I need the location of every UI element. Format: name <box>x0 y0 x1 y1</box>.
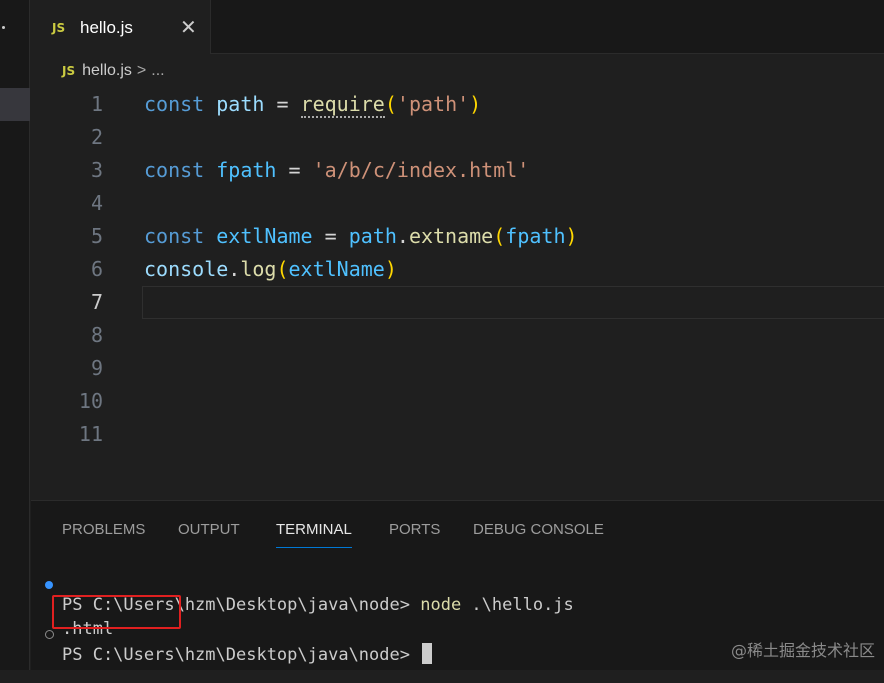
code-line[interactable]: 4 <box>31 187 884 220</box>
line-number: 4 <box>90 191 103 215</box>
tab-output[interactable]: OUTPUT <box>178 521 240 538</box>
code-token: . <box>396 224 409 248</box>
code-token: = <box>264 92 301 116</box>
code-line[interactable]: 2 <box>31 121 884 154</box>
line-number: 11 <box>78 422 103 446</box>
terminal-prompt: PS C:\Users\hzm\Desktop\java\node> <box>62 645 421 665</box>
tab-problems[interactable]: PROBLEMS <box>62 521 145 538</box>
code-token: const <box>144 224 205 248</box>
terminal-cursor <box>422 643 433 664</box>
activity-bar <box>0 0 30 670</box>
breadcrumb-file[interactable]: hello.js <box>82 62 132 79</box>
code-token: console <box>144 257 229 281</box>
line-number: 3 <box>90 158 103 182</box>
code-line[interactable]: 7 <box>31 286 884 319</box>
code-text: console.log(extlName) <box>144 253 397 286</box>
code-token: ( <box>276 257 289 281</box>
code-editor[interactable]: 1 const path = require('path') 2 3 const fpa… <box>31 88 884 500</box>
js-file-icon: JS <box>52 21 66 35</box>
code-token: = <box>276 158 313 182</box>
code-token: path <box>348 224 397 248</box>
code-token: ) <box>384 257 397 281</box>
code-text: const fpath = 'a/b/c/index.html' <box>144 154 529 187</box>
code-line[interactable]: 8 <box>31 319 884 352</box>
code-line[interactable]: 5 const extlName = path.extname(fpath) <box>31 220 884 253</box>
code-token: fpath <box>216 158 277 182</box>
code-token: . <box>228 257 241 281</box>
line-number: 10 <box>78 389 103 413</box>
code-token: 'a/b/c/index.html' <box>312 158 530 182</box>
code-line[interactable]: 9 <box>31 352 884 385</box>
watermark: @稀土掘金技术社区 <box>730 641 875 660</box>
code-token: extname <box>408 224 494 248</box>
code-text: const extlName = path.extname(fpath) <box>144 220 578 253</box>
code-token: fpath <box>505 224 566 248</box>
breadcrumb: JS hello.js >... <box>62 62 165 82</box>
tab-hello-js[interactable]: JS hello.js ✕ <box>31 0 211 54</box>
line-number: 7 <box>90 290 103 314</box>
code-token: ) <box>469 92 482 116</box>
line-number: 1 <box>90 92 103 116</box>
code-token: 'path' <box>396 92 470 116</box>
code-text: const path = require('path') <box>144 88 481 121</box>
chevron-right-icon: > <box>136 62 147 79</box>
code-line[interactable]: 3 const fpath = 'a/b/c/index.html' <box>31 154 884 187</box>
code-token: extlName <box>216 224 313 248</box>
code-token: ( <box>384 92 397 116</box>
code-line[interactable]: 11 <box>31 418 884 451</box>
breadcrumb-more[interactable]: ... <box>151 62 164 79</box>
tab-debug-console[interactable]: DEBUG CONSOLE <box>473 521 604 538</box>
js-file-icon: JS <box>62 64 76 78</box>
editor-tab-bar: JS hello.js ✕ <box>31 0 884 54</box>
line-number: 2 <box>90 125 103 149</box>
tab-ports[interactable]: PORTS <box>389 521 440 538</box>
code-token: = <box>312 224 349 248</box>
tab-title: hello.js <box>80 18 133 37</box>
tab-terminal[interactable]: TERMINAL <box>276 521 352 548</box>
code-line[interactable]: 10 <box>31 385 884 418</box>
current-line-highlight <box>142 286 884 319</box>
code-token: const <box>144 158 205 182</box>
code-token: ) <box>565 224 578 248</box>
line-number: 8 <box>90 323 103 347</box>
line-number: 9 <box>90 356 103 380</box>
code-token: ( <box>493 224 506 248</box>
close-icon[interactable]: ✕ <box>180 17 197 37</box>
line-number: 5 <box>90 224 103 248</box>
line-number: 6 <box>90 257 103 281</box>
active-sidebar-item[interactable] <box>0 88 30 121</box>
code-token: require <box>300 92 385 118</box>
more-dot-icon[interactable] <box>2 26 5 29</box>
code-token: const <box>144 92 205 116</box>
code-line[interactable]: 6 console.log(extlName) <box>31 253 884 286</box>
code-token: log <box>240 257 277 281</box>
code-line[interactable]: 1 const path = require('path') <box>31 88 884 121</box>
code-token: extlName <box>288 257 385 281</box>
code-token: path <box>216 92 265 116</box>
